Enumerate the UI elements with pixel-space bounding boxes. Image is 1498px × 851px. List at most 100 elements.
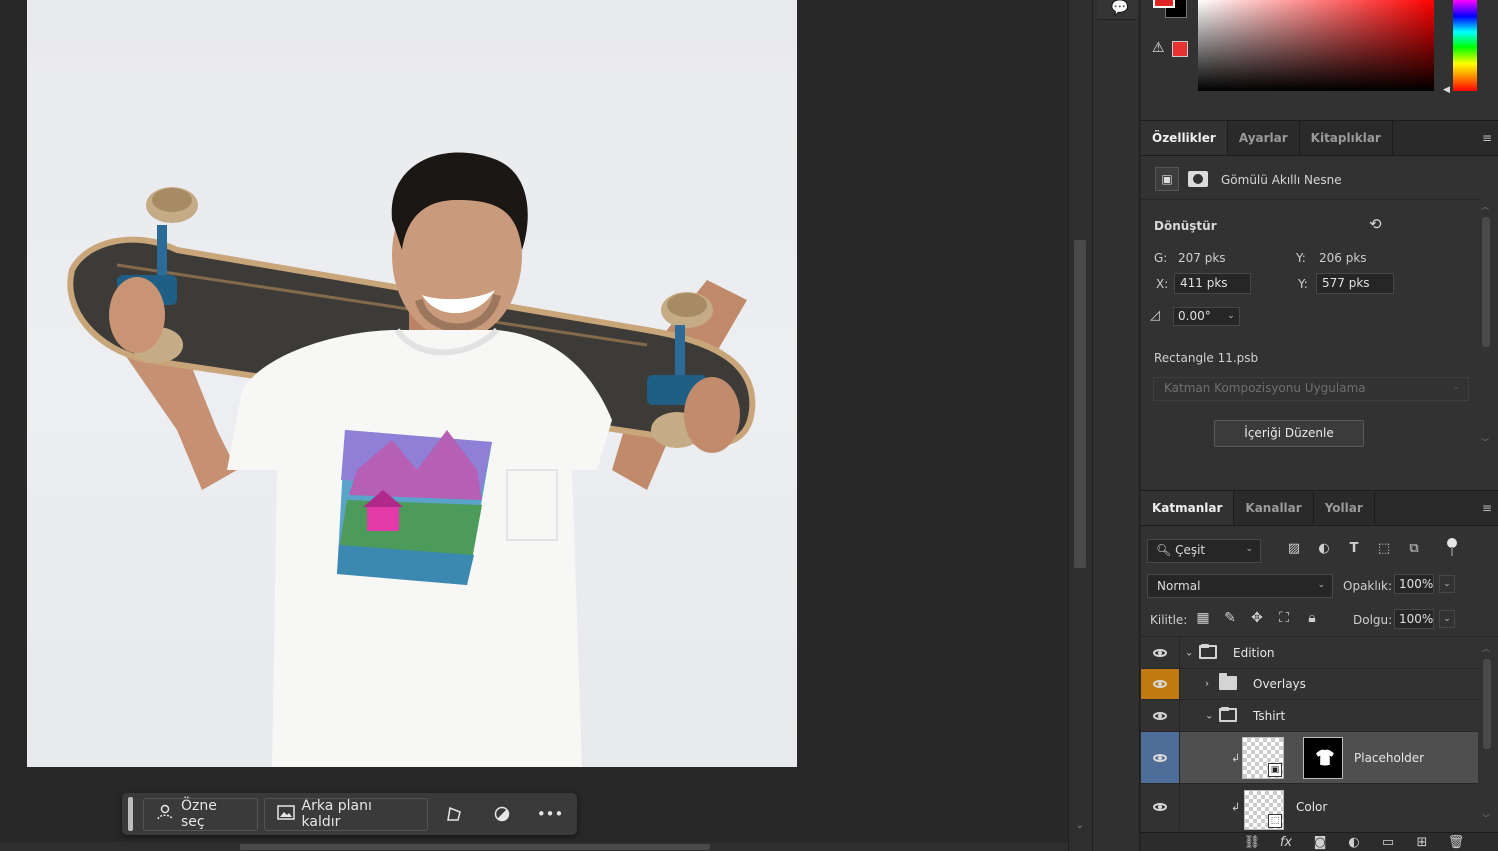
lock-label: Kilitle: [1150, 613, 1188, 627]
comment-icon[interactable]: 💬 [1111, 0, 1131, 16]
mask-icon[interactable] [1188, 171, 1208, 187]
smart-object-filter-icon[interactable]: ⧉ [1405, 541, 1423, 556]
add-mask-icon[interactable]: ◙ [1311, 835, 1329, 850]
gamut-correction-swatch[interactable] [1172, 41, 1188, 57]
scrollbar-thumb[interactable] [1074, 240, 1086, 568]
blend-mode-select[interactable]: Normal ⌄ [1147, 574, 1333, 598]
layer-row-edition[interactable]: ⌄ Edition [1141, 638, 1478, 669]
x-position-input[interactable]: 411 pks [1174, 273, 1251, 294]
tab-paths[interactable]: Yollar [1314, 491, 1375, 525]
new-layer-icon[interactable]: ⊞ [1413, 835, 1431, 850]
scrollbar-thumb[interactable] [1483, 659, 1491, 749]
fill-slider-chevron-icon[interactable]: ⌄ [1439, 610, 1455, 628]
edit-contents-button[interactable]: İçeriği Düzenle [1214, 420, 1364, 447]
layer-mask-thumbnail[interactable] [1303, 737, 1343, 779]
scrollbar-thumb[interactable] [1482, 217, 1490, 347]
remove-background-label: Arka planı kaldır [301, 798, 372, 830]
angle-icon: ◿ [1150, 308, 1160, 323]
visibility-eye-icon[interactable] [1141, 732, 1180, 783]
tab-libraries[interactable]: Kitaplıklar [1300, 121, 1393, 155]
chevron-down-icon[interactable]: ⌄ [1185, 648, 1193, 659]
hue-slider-marker-icon[interactable]: ◀ [1443, 85, 1450, 95]
transform-icon[interactable] [434, 798, 476, 831]
filter-toggle-switch[interactable] [1447, 538, 1457, 556]
layer-row-tshirt[interactable]: ⌄ Tshirt [1141, 700, 1478, 732]
tab-properties[interactable]: Özellikler [1141, 121, 1228, 155]
more-options-icon[interactable]: ••• [529, 798, 571, 831]
adjustment-layer-filter-icon[interactable]: ◐ [1315, 541, 1333, 556]
new-adjustment-layer-icon[interactable]: ◐ [1345, 835, 1363, 850]
y-position-input[interactable]: 577 pks [1316, 273, 1394, 294]
layer-row-color[interactable]: ↲ ⬚ Color [1141, 784, 1478, 830]
out-of-gamut-warning-icon[interactable]: ⚠ [1152, 40, 1165, 56]
clipping-mask-arrow-icon: ↲ [1231, 800, 1241, 814]
lock-all-icon[interactable]: 🔒︎ [1303, 610, 1321, 626]
layer-thumbnail[interactable]: ▣ [1242, 737, 1284, 779]
width-value[interactable]: 207 pks [1178, 251, 1226, 265]
height-label: Y: [1296, 251, 1306, 265]
transform-section-title: Dönüştür [1154, 219, 1217, 233]
chevron-down-icon: ⌄ [1452, 382, 1460, 392]
layer-comp-select[interactable]: Katman Kompozisyonu Uygulama ⌄ [1153, 377, 1469, 401]
tab-channels[interactable]: Kanallar [1234, 491, 1314, 525]
opacity-input[interactable]: 100% [1394, 574, 1434, 594]
document-canvas[interactable] [27, 0, 797, 767]
angle-input[interactable]: 0.00° [1173, 307, 1224, 326]
layer-thumbnail[interactable]: ⬚ [1244, 790, 1284, 830]
lock-position-icon[interactable]: ✥ [1248, 610, 1266, 626]
scroll-up-arrow-icon[interactable]: ︿ [1481, 201, 1489, 212]
canvas-area[interactable] [0, 0, 1068, 851]
photo-man-with-skateboard [67, 152, 756, 767]
height-value[interactable]: 206 pks [1319, 251, 1367, 265]
scroll-down-arrow-icon[interactable]: ﹀ [1481, 437, 1489, 448]
layer-row-placeholder[interactable]: ↲ ▣ Placeholder [1141, 732, 1478, 784]
color-saturation-field[interactable] [1198, 0, 1434, 91]
scrollbar-thumb[interactable] [240, 844, 710, 850]
visibility-eye-icon[interactable] [1141, 784, 1180, 830]
blend-mode-value: Normal [1157, 579, 1201, 593]
tab-layers[interactable]: Katmanlar [1141, 491, 1235, 525]
chevron-down-icon[interactable]: ⌄ [1205, 710, 1213, 721]
angle-dropdown-chevron-icon[interactable]: ⌄ [1223, 307, 1240, 326]
lock-transparent-pixels-icon[interactable]: ▦ [1194, 610, 1212, 626]
tab-adjustments[interactable]: Ayarlar [1228, 121, 1300, 155]
scroll-down-arrow-icon[interactable]: ⌄ [1073, 820, 1087, 834]
lock-image-pixels-icon[interactable]: ✎ [1221, 610, 1239, 626]
properties-scrollbar[interactable]: ︿ ﹀ [1479, 197, 1493, 453]
fill-input[interactable]: 100% [1394, 609, 1434, 629]
shape-layer-filter-icon[interactable]: ⬚ [1375, 541, 1393, 556]
link-layers-icon[interactable]: ⛓ [1243, 835, 1261, 850]
select-subject-label: Özne seç [180, 798, 217, 830]
dock-button[interactable]: 💬 [1097, 0, 1137, 20]
chevron-right-icon[interactable]: › [1205, 679, 1209, 690]
foreground-color-swatch[interactable] [1153, 0, 1175, 8]
layer-row-overlays[interactable]: › Overlays [1141, 669, 1478, 700]
layer-kind-filter[interactable]: 🔍︎ Çeşit ⌄ [1147, 539, 1261, 563]
remove-background-button[interactable]: Arka planı kaldır [263, 797, 428, 831]
opacity-slider-chevron-icon[interactable]: ⌄ [1439, 575, 1455, 593]
pixel-layer-filter-icon[interactable]: ▨ [1285, 541, 1303, 556]
layer-name: Color [1296, 800, 1328, 814]
canvas-horizontal-scrollbar[interactable] [0, 842, 1068, 851]
visibility-eye-icon[interactable] [1141, 700, 1180, 731]
task-bar-drag-handle[interactable] [128, 797, 133, 831]
visibility-eye-icon[interactable] [1141, 638, 1180, 668]
canvas-vertical-scrollbar[interactable]: ⌄ [1068, 0, 1092, 851]
select-subject-button[interactable]: Özne seç [142, 797, 258, 831]
adjustment-icon[interactable] [481, 798, 523, 831]
lock-artboard-icon[interactable]: ⛶ [1275, 610, 1293, 626]
visibility-eye-icon[interactable] [1141, 669, 1180, 699]
panel-menu-icon[interactable]: ≡ [1482, 131, 1492, 145]
panel-menu-icon[interactable]: ≡ [1482, 501, 1492, 515]
layer-style-fx-icon[interactable]: fx [1277, 835, 1295, 850]
layers-scrollbar[interactable]: ︿ ﹀ [1480, 639, 1494, 829]
smart-object-icon[interactable]: ▣ [1155, 167, 1179, 191]
new-group-icon[interactable]: ▭ [1379, 835, 1397, 850]
type-layer-filter-icon[interactable]: T [1345, 541, 1363, 556]
hue-slider[interactable] [1453, 0, 1477, 91]
scroll-up-arrow-icon[interactable]: ︿ [1482, 643, 1490, 654]
delete-layer-icon[interactable]: 🗑︎ [1447, 835, 1465, 850]
reset-transform-icon[interactable]: ⟲ [1369, 215, 1382, 233]
scroll-down-arrow-icon[interactable]: ﹀ [1482, 813, 1490, 824]
opacity-label: Opaklık: [1343, 579, 1393, 593]
